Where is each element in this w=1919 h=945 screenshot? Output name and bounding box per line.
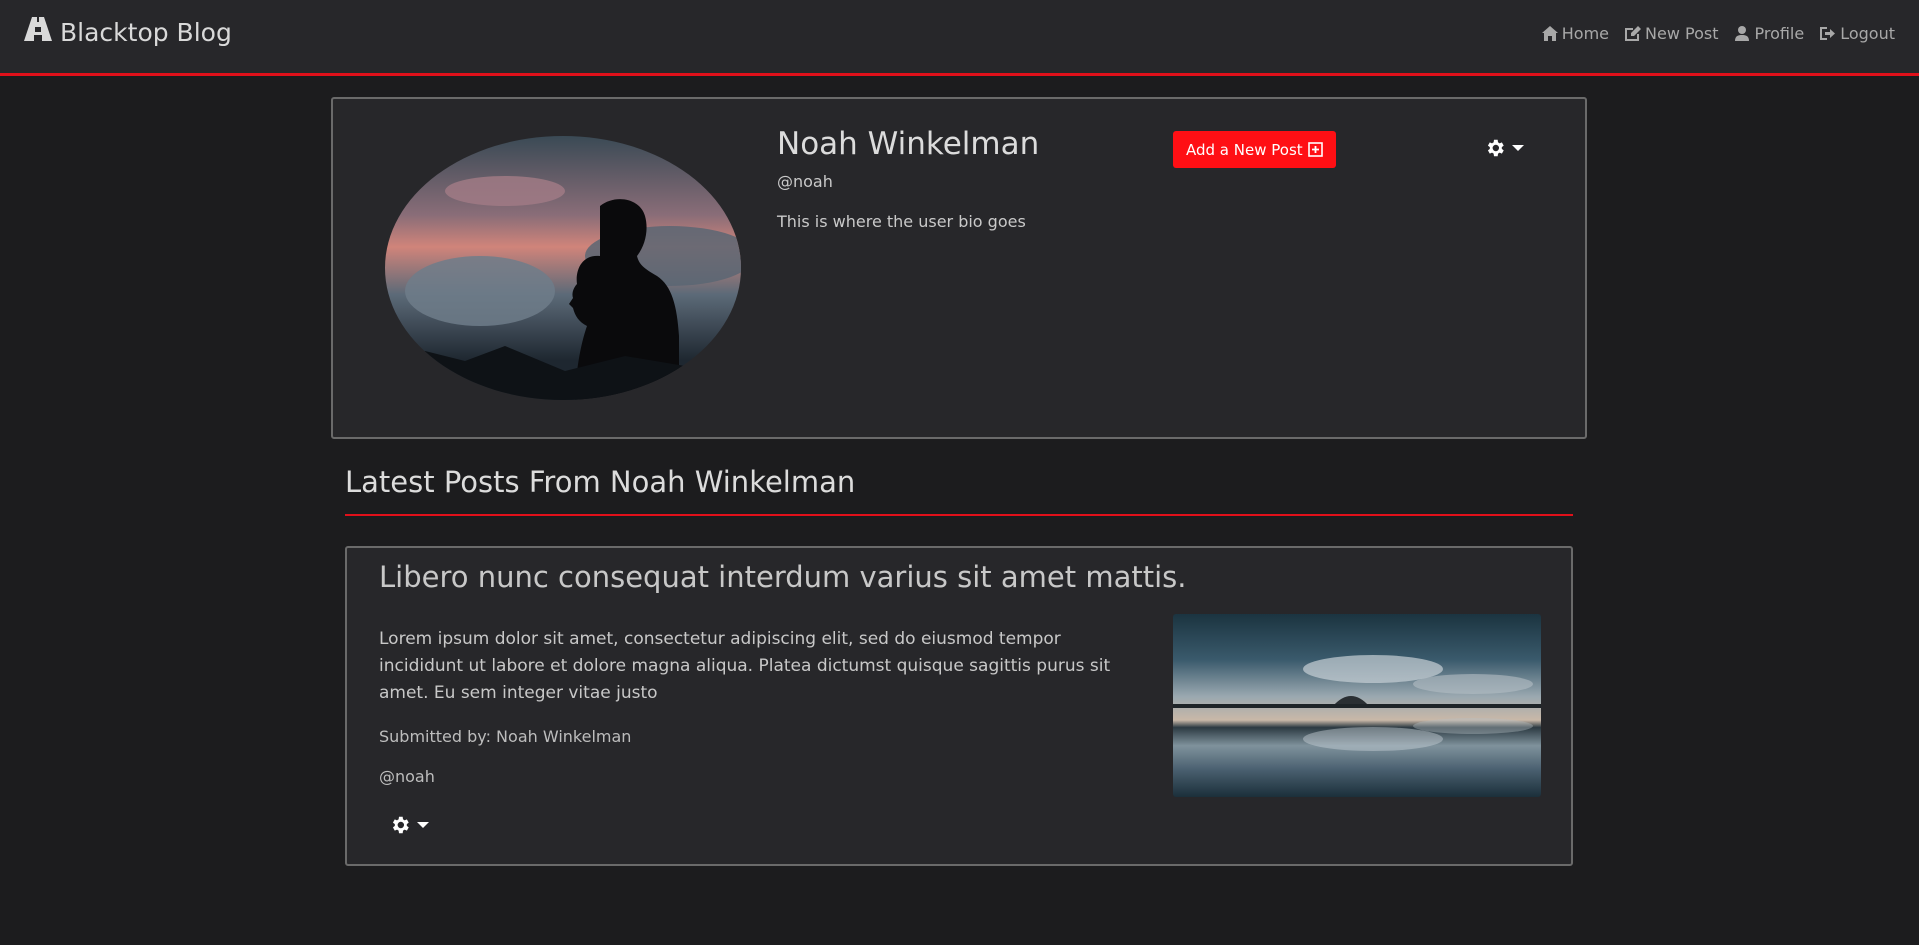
navbar: Blacktop Blog Home New Post Profile Logo… (0, 0, 1919, 76)
user-icon (1735, 26, 1750, 41)
profile-card: Noah Winkelman @noah This is where the u… (331, 97, 1587, 439)
nav-link-label: Profile (1754, 24, 1805, 43)
gear-icon (392, 816, 409, 834)
post-handle: @noah (379, 767, 435, 786)
profile-settings-dropdown[interactable] (1484, 137, 1524, 159)
road-icon (24, 17, 52, 47)
edit-icon (1625, 26, 1641, 41)
post-author: Submitted by: Noah Winkelman (379, 727, 632, 746)
post-body: Lorem ipsum dolor sit amet, consectetur … (379, 629, 1111, 703)
chevron-down-icon (1512, 145, 1524, 151)
nav-link-new-post[interactable]: New Post (1625, 24, 1718, 43)
plus-square-icon (1307, 142, 1323, 157)
avatar (385, 136, 741, 400)
home-icon (1541, 26, 1558, 41)
nav-link-label: New Post (1645, 24, 1719, 43)
nav-links: Home New Post Profile Logout (1541, 24, 1895, 43)
profile-name: Noah Winkelman (777, 126, 1040, 162)
post-card: Libero nunc consequat interdum varius si… (345, 546, 1573, 866)
brand-label: Blacktop Blog (60, 17, 232, 47)
add-new-post-label: Add a New Post (1186, 140, 1303, 159)
nav-link-logout[interactable]: Logout (1820, 24, 1895, 43)
nav-link-label: Home (1561, 24, 1609, 43)
add-new-post-button[interactable]: Add a New Post (1173, 131, 1336, 168)
section-divider (345, 514, 1573, 516)
profile-handle: @noah (777, 172, 833, 191)
profile-bio: This is where the user bio goes (777, 212, 1026, 231)
gear-icon (1487, 139, 1504, 157)
nav-link-home[interactable]: Home (1541, 24, 1609, 43)
nav-link-profile[interactable]: Profile (1734, 24, 1804, 43)
chevron-down-icon (417, 822, 429, 828)
post-settings-dropdown[interactable] (389, 814, 429, 836)
post-image (1173, 614, 1541, 797)
sign-out-icon (1820, 27, 1836, 40)
section-title: Latest Posts From Noah Winkelman (345, 465, 856, 499)
nav-link-label: Logout (1840, 24, 1895, 43)
post-title[interactable]: Libero nunc consequat interdum varius si… (379, 560, 1186, 594)
brand-link[interactable]: Blacktop Blog (24, 17, 232, 47)
